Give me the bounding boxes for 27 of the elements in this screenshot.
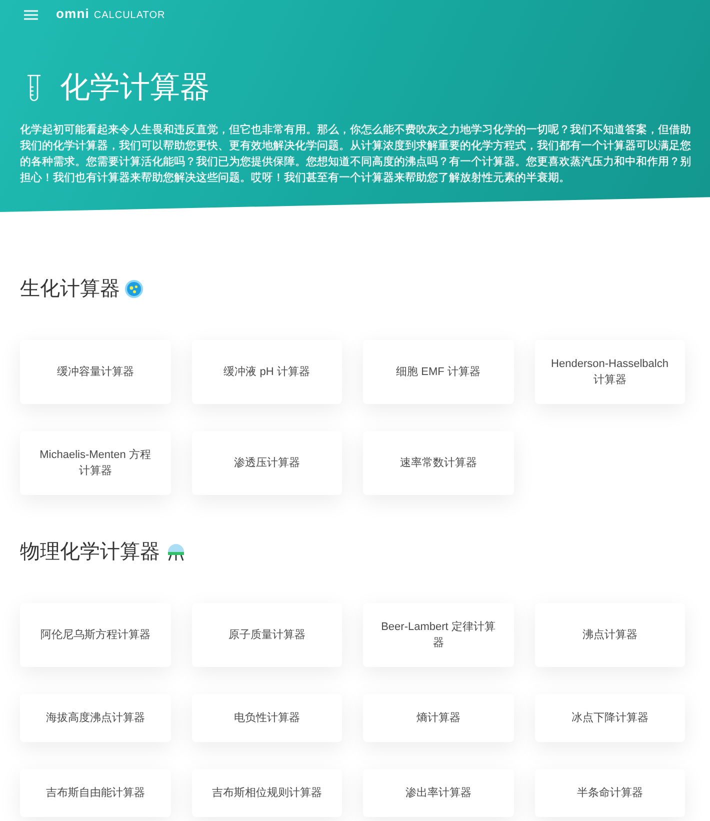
calculator-card[interactable]: 渗透压计算器 [192, 431, 342, 495]
calculator-card[interactable]: 海拔高度沸点计算器 [20, 694, 170, 742]
calculator-card[interactable]: 速率常数计算器 [363, 431, 514, 495]
section-heading: 物理化学计算器 [20, 540, 160, 565]
calculator-card[interactable]: Michaelis-Menten 方程计算器 [20, 431, 170, 495]
calculator-card[interactable]: 细胞 EMF 计算器 [363, 340, 514, 404]
calculator-card[interactable]: 熵计算器 [363, 694, 514, 742]
page-title: 化学计算器 [60, 70, 210, 106]
calculator-card[interactable]: 电负性计算器 [192, 694, 342, 742]
section-heading: 生化计算器 [20, 277, 120, 302]
calculator-card[interactable]: 阿伦尼乌斯方程计算器 [20, 603, 170, 667]
menu-icon[interactable] [24, 10, 38, 20]
calculator-card[interactable]: 渗出率计算器 [363, 769, 514, 817]
calculator-card[interactable]: 冰点下降计算器 [534, 694, 685, 742]
calculator-card[interactable]: 沸点计算器 [534, 603, 685, 667]
calculator-card[interactable]: 吉布斯相位规则计算器 [192, 769, 342, 817]
calculator-card[interactable]: 半条命计算器 [534, 769, 685, 817]
calculator-card[interactable]: 吉布斯自由能计算器 [20, 769, 170, 817]
intro-paragraph: 化学起初可能看起来令人生畏和违反直觉，但它也非常有用。那么，你怎么能不费吹灰之力地学习化学的一切呢？我们不知道答案，但借助我们的化学计算器，我们可以帮助您更快、更有效地解决化学问题。从计算浓度到求解重要的化学方程式，我们都有一个计算器可以满足您的各种需求。您需要计算活化能吗？我们已为您提供保障。您想知道不同高度的沸点吗？有一个计算器。您更喜欢蒸汽压力和中和作用？别担心！我们也有计算器来帮助您解决这些问题。哎呀！我们甚至有一个计算器来帮助您了解放射性元素的半衰期。 [20, 122, 692, 186]
calculator-card[interactable]: Beer-Lambert 定律计算器 [363, 603, 514, 667]
bell-jar-icon [165, 543, 187, 561]
calculator-card[interactable]: Henderson-Hasselbalch 计算器 [534, 340, 685, 404]
calculator-card[interactable]: 缓冲液 pH 计算器 [192, 340, 342, 404]
petri-dish-icon [125, 280, 143, 298]
calculator-card[interactable]: 原子质量计算器 [192, 603, 342, 667]
test-tube-icon [27, 74, 41, 102]
calculator-card[interactable]: 缓冲容量计算器 [20, 340, 170, 404]
